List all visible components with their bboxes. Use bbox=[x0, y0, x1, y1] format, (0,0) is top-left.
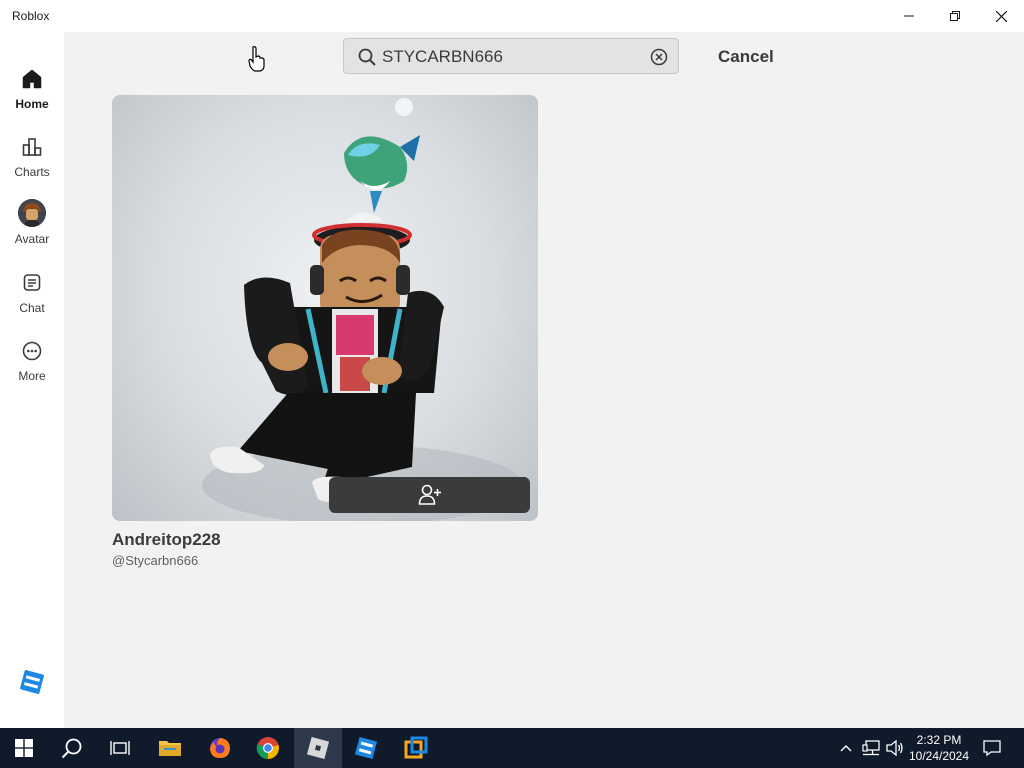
search-bar[interactable] bbox=[343, 38, 679, 74]
sidebar-item-charts[interactable]: Charts bbox=[0, 134, 64, 194]
volume-icon bbox=[886, 740, 903, 756]
sidebar-item-chat[interactable]: Chat bbox=[0, 270, 64, 330]
sidebar-item-home[interactable]: Home bbox=[0, 66, 64, 126]
chevron-up-icon bbox=[840, 745, 852, 752]
taskbar-clock[interactable]: 2:32 PM 10/24/2024 bbox=[906, 732, 972, 764]
add-friend-icon bbox=[418, 484, 441, 505]
avatar-icon bbox=[18, 199, 46, 227]
app-button[interactable] bbox=[392, 728, 440, 768]
sidebar: Home Charts Avatar Chat More bbox=[0, 32, 64, 728]
charts-icon bbox=[21, 136, 43, 158]
more-icon bbox=[21, 340, 43, 362]
chat-icon bbox=[21, 272, 43, 294]
minimize-button[interactable] bbox=[886, 0, 932, 32]
notifications-button[interactable] bbox=[978, 728, 1006, 768]
windows-icon bbox=[15, 739, 33, 757]
roblox-icon bbox=[307, 737, 329, 759]
chrome-icon bbox=[256, 737, 279, 760]
avatar bbox=[18, 199, 46, 227]
sidebar-item-label: More bbox=[18, 369, 46, 383]
clock-time: 2:32 PM bbox=[916, 733, 962, 747]
result-username: @Stycarbn666 bbox=[112, 553, 199, 568]
sidebar-item-avatar[interactable]: Avatar bbox=[0, 198, 64, 258]
task-view-button[interactable] bbox=[96, 728, 144, 768]
mouse-cursor bbox=[248, 46, 266, 77]
close-button[interactable] bbox=[978, 0, 1024, 32]
volume-button[interactable] bbox=[884, 728, 906, 768]
close-icon bbox=[995, 10, 1007, 22]
sidebar-item-label: Avatar bbox=[14, 232, 50, 246]
restore-button[interactable] bbox=[932, 0, 978, 32]
sidebar-item-label: Home bbox=[15, 97, 49, 111]
start-button[interactable] bbox=[0, 728, 48, 768]
clear-search-button[interactable] bbox=[650, 48, 668, 66]
roblox-studio-icon bbox=[355, 737, 377, 759]
user-avatar-image bbox=[202, 98, 522, 521]
file-explorer-button[interactable] bbox=[146, 728, 194, 768]
search-icon bbox=[358, 48, 376, 71]
search-icon bbox=[61, 738, 82, 759]
roblox-logo[interactable] bbox=[20, 670, 44, 694]
clear-icon bbox=[650, 48, 668, 66]
firefox-button[interactable] bbox=[196, 728, 244, 768]
firefox-icon bbox=[210, 738, 230, 758]
result-display-name[interactable]: Andreitop228 bbox=[112, 530, 221, 550]
notification-icon bbox=[983, 740, 1001, 756]
folder-icon bbox=[159, 741, 181, 756]
sidebar-item-label: Chat bbox=[19, 301, 45, 315]
show-hidden-icons-button[interactable] bbox=[836, 728, 856, 768]
user-result-card[interactable] bbox=[112, 95, 538, 521]
task-view-icon bbox=[110, 741, 130, 755]
chrome-button[interactable] bbox=[244, 728, 292, 768]
taskbar: 2:32 PM 10/24/2024 bbox=[0, 728, 1024, 768]
roblox-app-button[interactable] bbox=[294, 728, 342, 768]
taskbar-search-button[interactable] bbox=[48, 728, 96, 768]
network-icon bbox=[862, 740, 880, 756]
cancel-button[interactable]: Cancel bbox=[718, 47, 774, 67]
network-button[interactable] bbox=[860, 728, 882, 768]
app-icon bbox=[404, 736, 428, 759]
main-content: Cancel bbox=[64, 32, 1024, 728]
roblox-studio-button[interactable] bbox=[342, 728, 390, 768]
add-friend-button[interactable] bbox=[329, 477, 530, 513]
sidebar-item-label: Charts bbox=[14, 165, 50, 179]
window-title: Roblox bbox=[12, 9, 50, 23]
home-icon bbox=[21, 68, 43, 90]
title-bar: Roblox bbox=[0, 0, 1024, 32]
sidebar-item-more[interactable]: More bbox=[0, 338, 64, 398]
minimize-icon bbox=[904, 15, 914, 17]
restore-icon bbox=[950, 11, 960, 21]
clock-date: 10/24/2024 bbox=[908, 749, 970, 763]
search-input[interactable] bbox=[382, 45, 632, 69]
